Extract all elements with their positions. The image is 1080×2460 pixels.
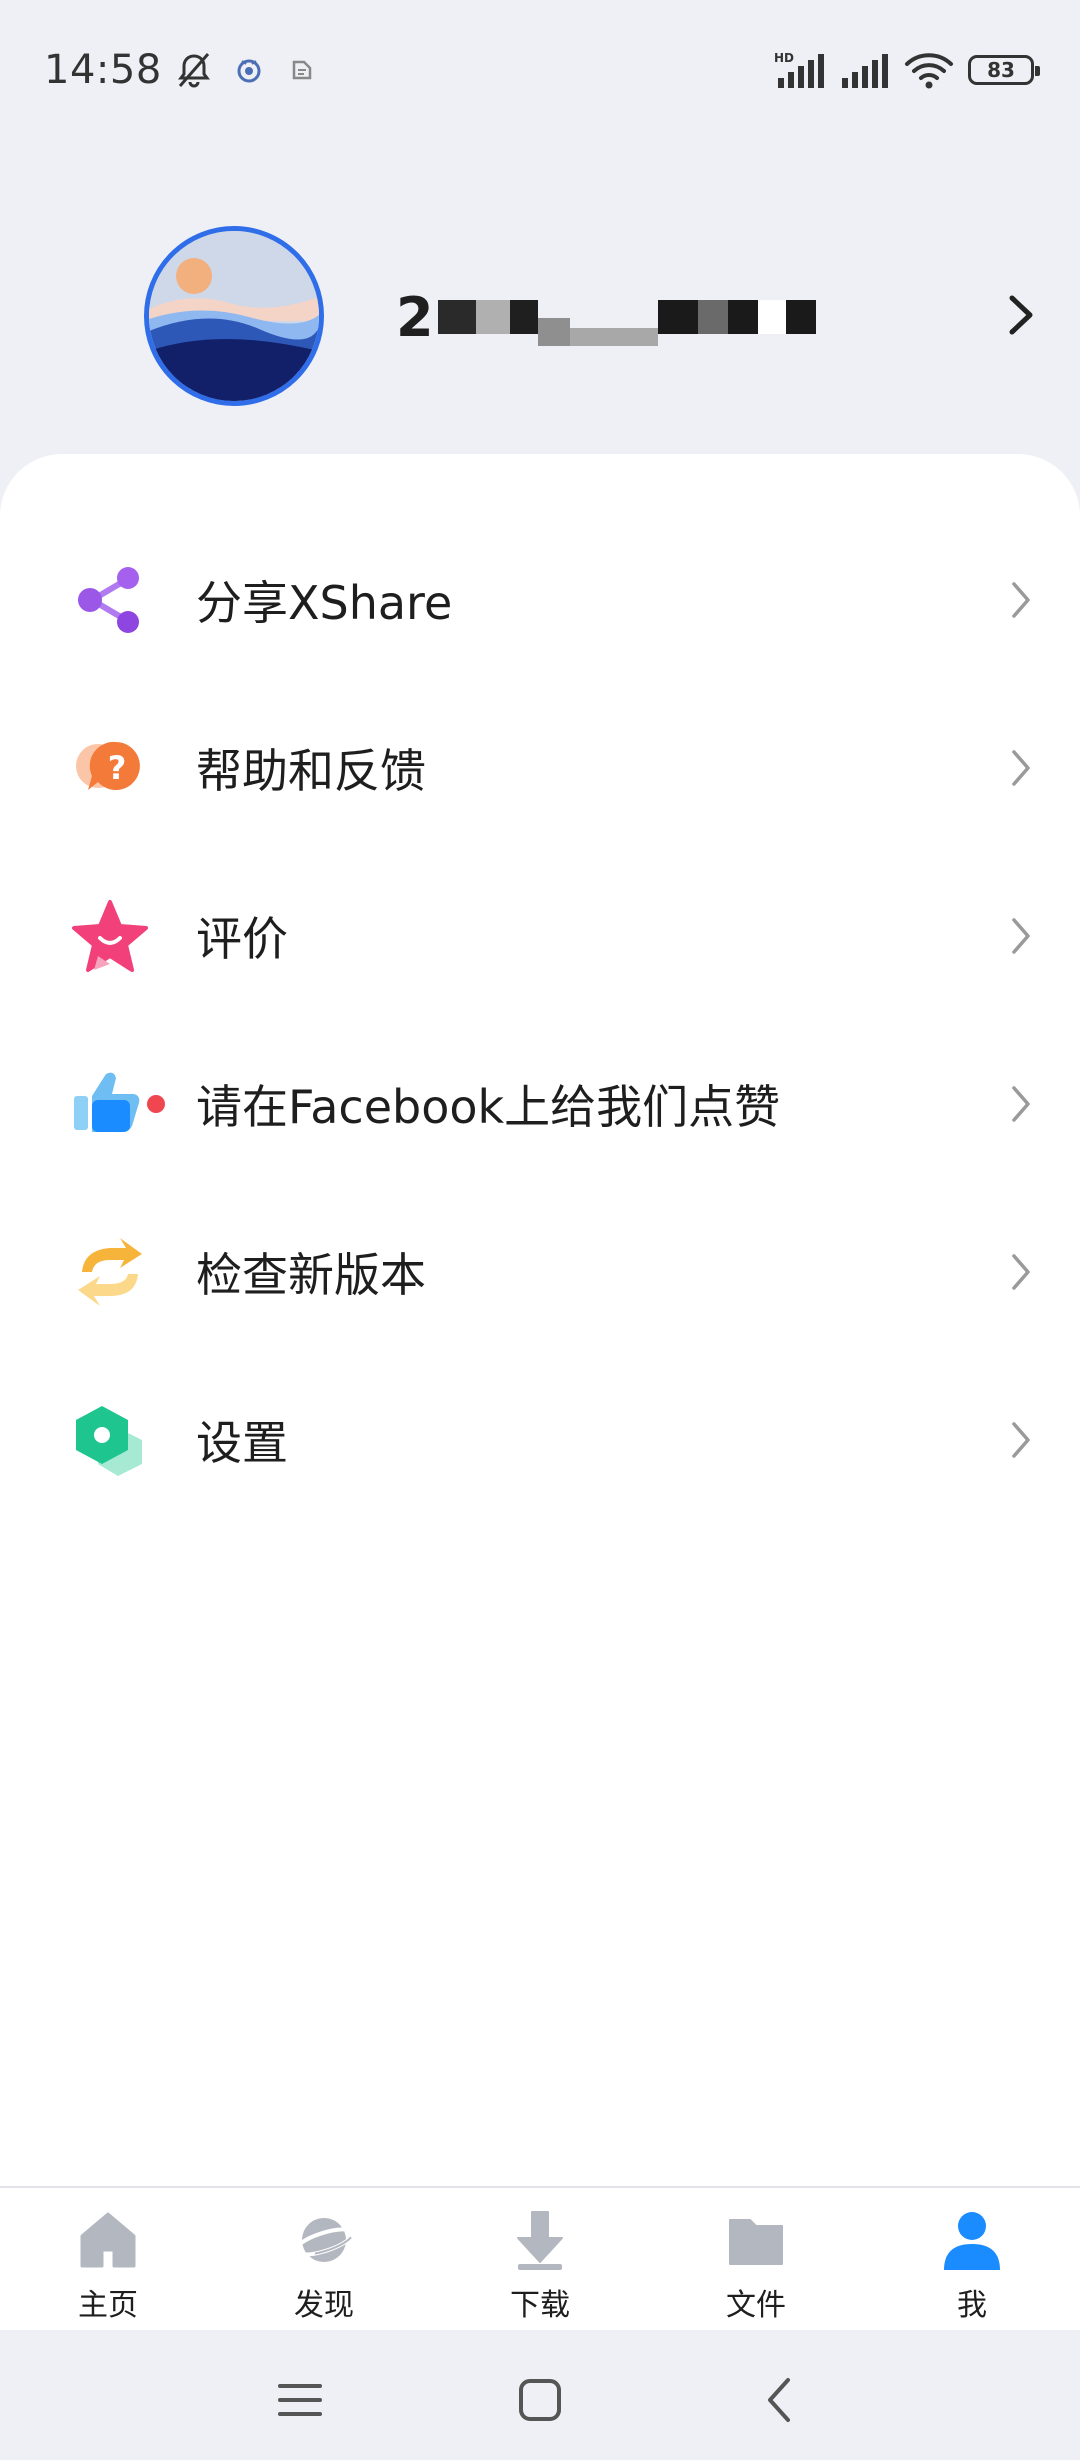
menu-item-help-feedback[interactable]: ? 帮助和反馈 xyxy=(0,684,1080,852)
nav-item-download[interactable]: 下载 xyxy=(470,2188,610,2332)
nav-label: 下载 xyxy=(510,2288,570,2323)
thumbs-up-icon xyxy=(74,1072,140,1132)
chevron-right-icon xyxy=(1012,750,1030,786)
chevron-right-icon xyxy=(1012,1086,1030,1122)
avatar[interactable] xyxy=(144,226,324,406)
signal-icon: HD xyxy=(774,51,824,88)
nav-item-me[interactable]: 我 xyxy=(902,2188,1042,2332)
menu-item-share[interactable]: 分享XShare xyxy=(0,516,1080,684)
username: 2 xyxy=(396,282,816,352)
status-left: 14:58 xyxy=(44,47,316,93)
username-redaction xyxy=(437,282,816,352)
battery-level: 83 xyxy=(987,58,1015,82)
menu-item-rate[interactable]: 评价 xyxy=(0,852,1080,1020)
profile-header[interactable]: 2 xyxy=(0,200,1080,430)
notification-dot xyxy=(147,1095,165,1113)
back-icon[interactable] xyxy=(750,2370,810,2430)
share-icon xyxy=(78,567,139,633)
menu-item-settings[interactable]: 设置 xyxy=(0,1356,1080,1524)
folder-icon xyxy=(729,2219,783,2265)
menu-item-check-update[interactable]: 检查新版本 xyxy=(0,1188,1080,1356)
planet-icon xyxy=(293,2218,355,2262)
battery-icon: 83 xyxy=(968,55,1040,85)
username-text: 2 xyxy=(396,285,434,349)
app-notification-icon xyxy=(237,59,261,83)
nav-item-files[interactable]: 文件 xyxy=(686,2188,826,2332)
menu-label: 评价 xyxy=(196,912,288,966)
nav-item-discover[interactable]: 发现 xyxy=(254,2188,394,2332)
status-right: HD 83 xyxy=(774,50,1040,90)
menu-label: 分享XShare xyxy=(196,576,453,630)
status-bar: 14:58 HD 83 xyxy=(0,0,1080,140)
home-icon xyxy=(80,2212,136,2268)
nav-label: 发现 xyxy=(294,2288,354,2323)
person-icon xyxy=(944,2212,1000,2270)
settings-hex-icon xyxy=(76,1406,142,1476)
nav-item-home[interactable]: 主页 xyxy=(38,2188,178,2332)
signal-icon xyxy=(842,54,888,88)
menu-label: 设置 xyxy=(196,1416,288,1470)
chevron-right-icon xyxy=(1012,918,1030,954)
menu-card: 分享XShare ? 帮助和反馈 评价 请在Facebook上给我们点赞 检查新… xyxy=(0,454,1080,2186)
menu-label: 请在Facebook上给我们点赞 xyxy=(196,1080,781,1134)
update-icon xyxy=(78,1238,142,1306)
nav-label: 主页 xyxy=(78,2288,138,2323)
status-time: 14:58 xyxy=(44,47,162,93)
chevron-right-icon[interactable] xyxy=(1002,290,1042,340)
bell-off-icon xyxy=(177,53,210,88)
chevron-right-icon xyxy=(1012,1422,1030,1458)
help-chat-icon: ? xyxy=(76,741,140,790)
system-nav-bar xyxy=(0,2330,1080,2460)
wifi-icon xyxy=(905,53,953,89)
menu-icon[interactable] xyxy=(270,2370,330,2430)
menu-label: 帮助和反馈 xyxy=(196,744,426,798)
app-notification-icon xyxy=(292,60,312,80)
nav-label: 我 xyxy=(957,2288,987,2323)
nav-label: 文件 xyxy=(726,2288,786,2323)
menu-label: 检查新版本 xyxy=(196,1248,426,1302)
star-icon xyxy=(72,900,148,972)
home-square-icon[interactable] xyxy=(510,2370,570,2430)
download-icon xyxy=(517,2211,563,2270)
chevron-right-icon xyxy=(1012,1254,1030,1290)
bottom-nav: 主页 发现 下载 文件 我 xyxy=(0,2186,1080,2330)
network-type-label: HD xyxy=(774,51,794,65)
svg-text:?: ? xyxy=(108,749,127,787)
menu-item-facebook-like[interactable]: 请在Facebook上给我们点赞 xyxy=(0,1020,1080,1188)
chevron-right-icon xyxy=(1012,582,1030,618)
